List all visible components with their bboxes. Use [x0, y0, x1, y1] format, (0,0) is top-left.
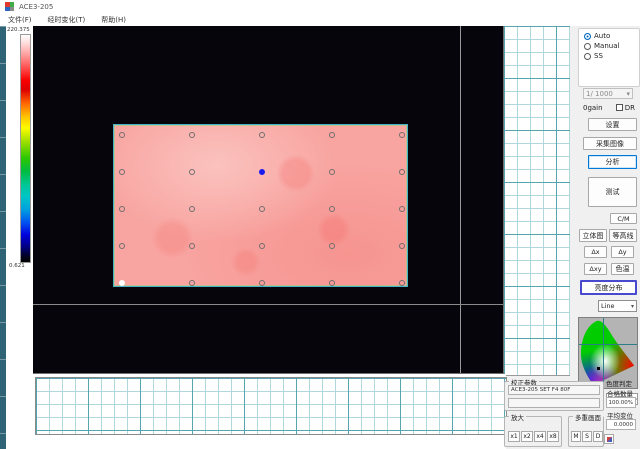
measure-point[interactable]	[399, 243, 405, 249]
gain-row: 0gain DR	[583, 103, 635, 113]
zoom-x4-button[interactable]: x4	[534, 431, 546, 442]
menu-time-change[interactable]: 经时变化(T)	[40, 15, 94, 25]
correction-groupbox: 校正参数 ACE3-205 SET F4 80F	[504, 381, 604, 411]
radio-manual[interactable]: Manual	[584, 42, 619, 50]
gain-label: 0gain	[583, 104, 603, 112]
analyze-button[interactable]: 分析	[588, 155, 637, 169]
dr-checkbox-row[interactable]: DR	[616, 104, 635, 112]
measure-point[interactable]	[119, 243, 125, 249]
measure-point[interactable]	[189, 243, 195, 249]
radio-auto-circle[interactable]	[584, 33, 591, 40]
correction-preset-field[interactable]: ACE3-205 SET F4 80F	[508, 385, 600, 395]
measure-point[interactable]	[329, 169, 335, 175]
palette-icon-button[interactable]	[604, 434, 614, 444]
measure-point[interactable]	[189, 169, 195, 175]
radio-auto-label: Auto	[594, 32, 610, 40]
measure-point[interactable]	[329, 243, 335, 249]
shutter-value: 1/ 1000	[586, 90, 613, 98]
color-temp-button[interactable]: 色温	[611, 263, 634, 275]
measure-point[interactable]	[189, 280, 195, 286]
measure-point[interactable]	[259, 132, 265, 138]
menu-bar: 文件(F) 经时变化(T) 帮助(H)	[0, 13, 640, 27]
radio-ss-circle[interactable]	[584, 53, 591, 60]
chevron-down-icon: ▾	[631, 303, 634, 310]
measure-point[interactable]	[189, 132, 195, 138]
measure-point[interactable]	[119, 169, 125, 175]
luminance-distribution-button[interactable]: 亮度分布	[580, 280, 637, 295]
radio-manual-circle[interactable]	[584, 43, 591, 50]
measure-point[interactable]	[259, 206, 265, 212]
dr-label: DR	[625, 104, 635, 112]
section-line-horizontal[interactable]	[33, 304, 503, 305]
radio-auto[interactable]: Auto	[584, 32, 610, 40]
pass-count-value: 100.00%	[606, 397, 636, 408]
menu-help[interactable]: 帮助(H)	[93, 15, 134, 25]
settings-button[interactable]: 设置	[588, 118, 637, 131]
measure-point[interactable]	[399, 206, 405, 212]
zoom-x8-button[interactable]: x8	[547, 431, 559, 442]
colorbar-max-label: 220.375	[7, 27, 30, 33]
multi-d-button[interactable]: D	[593, 431, 603, 442]
avg-deviation-value: 0.0000	[606, 419, 636, 430]
delta-xy-button[interactable]: Δxy	[584, 263, 607, 275]
correction-preset2-field[interactable]	[508, 398, 600, 408]
horizontal-profile-chart	[35, 377, 507, 435]
measure-point[interactable]	[119, 206, 125, 212]
measure-point[interactable]	[259, 243, 265, 249]
cie-crosshair-horizontal	[579, 344, 637, 345]
line-mode-select[interactable]: Line ▾	[598, 300, 637, 312]
solid-view-button[interactable]: 立体图	[579, 229, 607, 242]
luminance-colorbar	[20, 34, 31, 263]
radio-ss-label: SS	[594, 52, 603, 60]
magnify-title: 放大	[509, 412, 526, 422]
measured-panel[interactable]	[113, 124, 408, 287]
zoom-x2-button[interactable]: x2	[521, 431, 533, 442]
measure-point[interactable]	[259, 169, 265, 175]
measure-point[interactable]	[259, 280, 265, 286]
multiscreen-groupbox: 多重画面 M S D	[568, 416, 604, 447]
measure-point[interactable]	[189, 206, 195, 212]
window-title: ACE3-205	[19, 3, 53, 11]
line-mode-value: Line	[601, 302, 615, 310]
menu-file[interactable]: 文件(F)	[0, 15, 40, 25]
measure-point[interactable]	[119, 280, 125, 286]
palette-icon	[607, 437, 612, 442]
judgment-title: 色度判定	[606, 378, 632, 388]
delta-x-button[interactable]: Δx	[584, 246, 607, 258]
measure-point[interactable]	[329, 206, 335, 212]
contour-button[interactable]: 等高线	[609, 229, 637, 242]
dr-checkbox[interactable]	[616, 104, 623, 111]
section-line-vertical[interactable]	[460, 26, 461, 373]
zoom-x1-button[interactable]: x1	[508, 431, 520, 442]
colorbar-min-label: 0.621	[9, 263, 25, 269]
shutter-speed-select[interactable]: 1/ 1000 ▾	[583, 88, 633, 99]
measure-point[interactable]	[329, 132, 335, 138]
measure-point[interactable]	[119, 132, 125, 138]
radio-manual-label: Manual	[594, 42, 619, 50]
capture-image-button[interactable]: 采集图像	[583, 137, 637, 150]
multiscreen-title: 多重画面	[573, 412, 603, 422]
cm-button[interactable]: C/M	[610, 213, 637, 224]
multi-s-button[interactable]: S	[582, 431, 592, 442]
multi-m-button[interactable]: M	[571, 431, 581, 442]
test-button[interactable]: 测试	[588, 177, 637, 207]
measure-point[interactable]	[399, 132, 405, 138]
camera-image-area[interactable]	[33, 26, 504, 374]
cie-crosshair-vertical	[603, 318, 604, 388]
vertical-profile-chart	[504, 26, 570, 376]
measure-point[interactable]	[399, 280, 405, 286]
radio-ss[interactable]: SS	[584, 52, 603, 60]
cie-measured-point	[597, 367, 600, 370]
title-bar: ACE3-205	[0, 0, 640, 14]
measure-point[interactable]	[399, 169, 405, 175]
delta-y-button[interactable]: Δy	[611, 246, 634, 258]
exposure-panel: Auto Manual SS	[578, 28, 640, 87]
app-icon	[5, 2, 14, 11]
magnify-groupbox: 放大 x1 x2 x4 x8	[504, 416, 562, 447]
chevron-down-icon: ▾	[626, 90, 630, 98]
measure-point[interactable]	[329, 280, 335, 286]
